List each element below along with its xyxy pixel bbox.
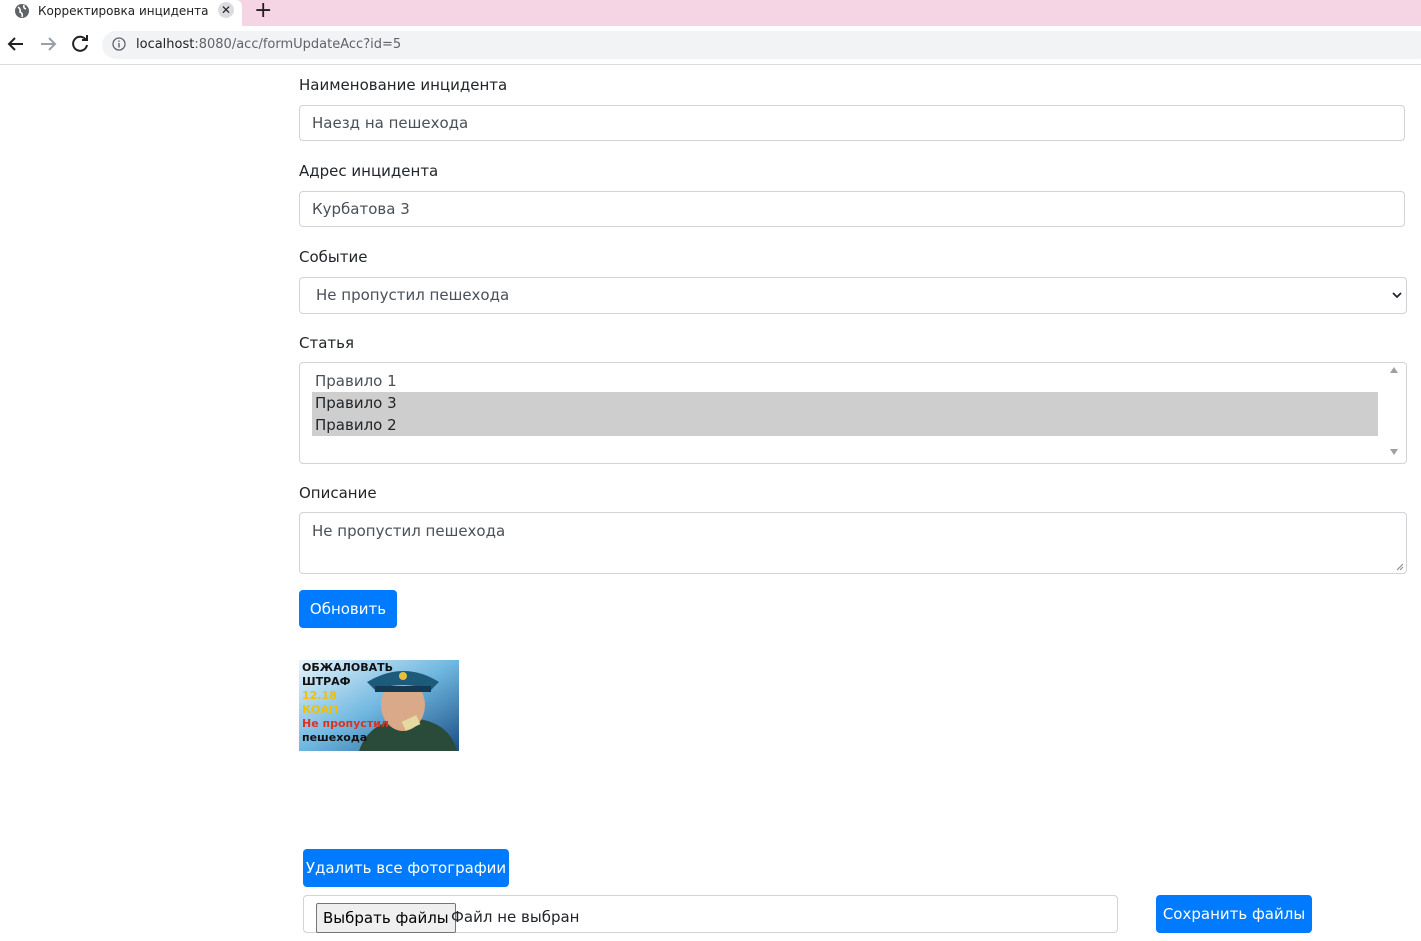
article-label: Статья [299,334,355,352]
incident-address-label: Адрес инцидента [299,162,439,180]
file-status-text: Файл не выбран [451,908,580,926]
photo-caption-line: 12.18 [302,689,337,702]
event-select[interactable]: Не пропустил пешехода [299,277,1407,314]
photo-caption-line: ШТРАФ [302,675,351,688]
incident-name-label: Наименование инцидента [299,76,508,94]
event-label: Событие [299,248,368,266]
back-icon[interactable] [4,32,28,56]
article-option[interactable]: Правило 2 [312,414,1378,436]
active-tab[interactable]: Корректировка инцидента ✕ [0,0,242,26]
info-icon[interactable] [112,37,126,51]
delete-all-photos-button[interactable]: Удалить все фотографии [303,849,509,887]
new-tab-button[interactable]: + [254,0,272,23]
close-tab-icon[interactable]: ✕ [218,2,234,18]
scroll-up-arrow[interactable] [1390,367,1398,373]
photo-caption-line: Не пропустил [302,717,389,730]
tab-strip: Корректировка инцидента ✕ + [0,0,1421,26]
tab-title: Корректировка инцидента [38,4,209,18]
photo-caption-line: КОАП [302,703,339,716]
reload-icon[interactable] [68,32,92,56]
url-text: localhost:8080/acc/formUpdateAcc?id=5 [136,37,401,52]
scroll-down-arrow[interactable] [1390,449,1398,455]
globe-icon [15,4,29,18]
article-option[interactable]: Правило 3 [312,392,1378,414]
incident-photo[interactable]: ОБЖАЛОВАТЬ ШТРАФ 12.18 КОАП Не пропустил… [299,660,459,751]
chevron-down-icon [1392,292,1402,299]
browser-toolbar: localhost:8080/acc/formUpdateAcc?id=5 [0,26,1421,65]
photo-caption-line: ОБЖАЛОВАТЬ [302,661,393,674]
file-input[interactable]: Выбрать файлы Файл не выбран [303,895,1118,933]
address-bar[interactable]: localhost:8080/acc/formUpdateAcc?id=5 [102,31,1421,59]
description-textarea[interactable]: Не пропустил пешехода [299,512,1407,574]
photo-caption-line: пешехода [302,731,368,744]
description-text: Не пропустил пешехода [312,522,506,540]
description-label: Описание [299,484,377,502]
article-option[interactable]: Правило 1 [312,370,1378,392]
article-multiselect[interactable]: Правило 1 Правило 3 Правило 2 [299,362,1407,464]
incident-name-input[interactable]: Наезд на пешехода [299,105,1405,141]
url-path: :8080/acc/formUpdateAcc?id=5 [194,37,402,52]
resize-grip-icon[interactable] [1396,563,1404,571]
photo-caption: ОБЖАЛОВАТЬ ШТРАФ 12.18 КОАП Не пропустил… [302,661,393,745]
incident-address-input[interactable]: Курбатова 3 [299,191,1405,227]
event-select-value: Не пропустил пешехода [316,286,510,304]
update-button[interactable]: Обновить [299,590,397,628]
choose-files-button[interactable]: Выбрать файлы [316,903,456,933]
url-host: localhost [136,37,195,52]
save-files-button[interactable]: Сохранить файлы [1156,895,1312,933]
forward-icon[interactable] [36,32,60,56]
